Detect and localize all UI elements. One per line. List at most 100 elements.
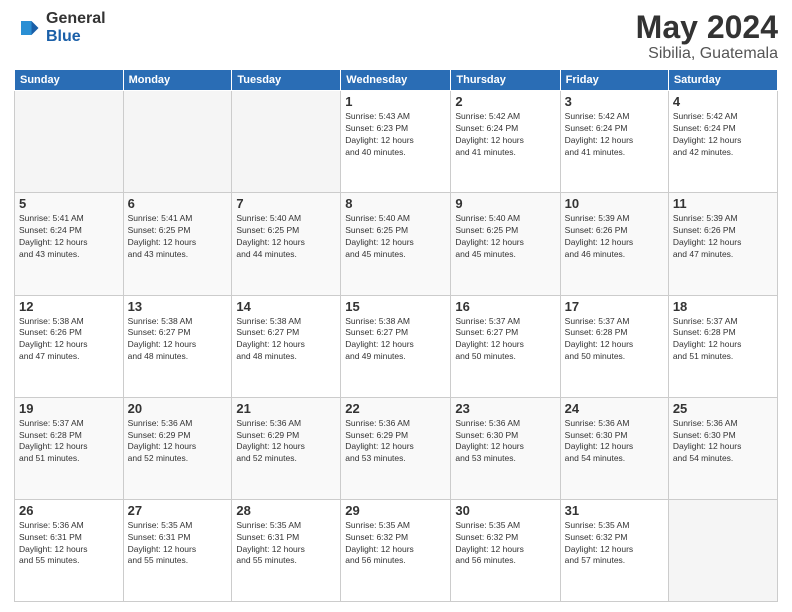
day-number: 26: [19, 503, 119, 518]
day-info: Sunrise: 5:37 AM Sunset: 6:27 PM Dayligh…: [455, 316, 555, 364]
day-number: 18: [673, 299, 773, 314]
table-row: 27 Sunrise: 5:35 AM Sunset: 6:31 PM Dayli…: [123, 499, 232, 601]
day-number: 5: [19, 196, 119, 211]
day-number: 27: [128, 503, 228, 518]
day-number: 30: [455, 503, 555, 518]
day-number: 17: [565, 299, 664, 314]
day-info: Sunrise: 5:35 AM Sunset: 6:31 PM Dayligh…: [236, 520, 336, 568]
day-number: 4: [673, 94, 773, 109]
calendar-week-4: 19 Sunrise: 5:37 AM Sunset: 6:28 PM Dayli…: [15, 397, 778, 499]
table-row: 14 Sunrise: 5:38 AM Sunset: 6:27 PM Dayli…: [232, 295, 341, 397]
day-info: Sunrise: 5:42 AM Sunset: 6:24 PM Dayligh…: [455, 111, 555, 159]
table-row: 24 Sunrise: 5:36 AM Sunset: 6:30 PM Dayli…: [560, 397, 668, 499]
day-info: Sunrise: 5:43 AM Sunset: 6:23 PM Dayligh…: [345, 111, 446, 159]
day-number: 9: [455, 196, 555, 211]
day-info: Sunrise: 5:36 AM Sunset: 6:29 PM Dayligh…: [236, 418, 336, 466]
header-saturday: Saturday: [668, 70, 777, 91]
header-friday: Friday: [560, 70, 668, 91]
calendar-week-1: 1 Sunrise: 5:43 AM Sunset: 6:23 PM Daylig…: [15, 91, 778, 193]
table-row: [15, 91, 124, 193]
day-number: 8: [345, 196, 446, 211]
table-row: 19 Sunrise: 5:37 AM Sunset: 6:28 PM Dayli…: [15, 397, 124, 499]
day-info: Sunrise: 5:38 AM Sunset: 6:27 PM Dayligh…: [236, 316, 336, 364]
day-info: Sunrise: 5:35 AM Sunset: 6:31 PM Dayligh…: [128, 520, 228, 568]
day-number: 21: [236, 401, 336, 416]
day-number: 14: [236, 299, 336, 314]
day-number: 12: [19, 299, 119, 314]
calendar-week-5: 26 Sunrise: 5:36 AM Sunset: 6:31 PM Dayli…: [15, 499, 778, 601]
table-row: 12 Sunrise: 5:38 AM Sunset: 6:26 PM Dayli…: [15, 295, 124, 397]
day-number: 16: [455, 299, 555, 314]
logo-text: General Blue: [46, 10, 106, 45]
table-row: 16 Sunrise: 5:37 AM Sunset: 6:27 PM Dayli…: [451, 295, 560, 397]
table-row: 25Sunrise: 5:36 AM Sunset: 6:30 PM Dayli…: [668, 397, 777, 499]
day-info: Sunrise: 5:41 AM Sunset: 6:25 PM Dayligh…: [128, 213, 228, 261]
day-number: 13: [128, 299, 228, 314]
table-row: 7 Sunrise: 5:40 AM Sunset: 6:25 PM Daylig…: [232, 193, 341, 295]
logo-blue-text: Blue: [46, 28, 106, 46]
table-row: 23Sunrise: 5:36 AM Sunset: 6:30 PM Dayli…: [451, 397, 560, 499]
day-info: Sunrise: 5:35 AM Sunset: 6:32 PM Dayligh…: [345, 520, 446, 568]
day-info: Sunrise: 5:39 AM Sunset: 6:26 PM Dayligh…: [673, 213, 773, 261]
header-monday: Monday: [123, 70, 232, 91]
table-row: 17 Sunrise: 5:37 AM Sunset: 6:28 PM Dayli…: [560, 295, 668, 397]
day-info: Sunrise: 5:35 AM Sunset: 6:32 PM Dayligh…: [455, 520, 555, 568]
day-info: Sunrise: 5:36 AM Sunset: 6:29 PM Dayligh…: [345, 418, 446, 466]
day-number: 3: [565, 94, 664, 109]
day-info: Sunrise: 5:38 AM Sunset: 6:26 PM Dayligh…: [19, 316, 119, 364]
day-info: Sunrise: 5:38 AM Sunset: 6:27 PM Dayligh…: [128, 316, 228, 364]
table-row: [232, 91, 341, 193]
day-number: 2: [455, 94, 555, 109]
day-info: Sunrise: 5:36 AM Sunset: 6:29 PM Dayligh…: [128, 418, 228, 466]
header-wednesday: Wednesday: [341, 70, 451, 91]
day-number: 7: [236, 196, 336, 211]
day-info: Sunrise: 5:42 AM Sunset: 6:24 PM Dayligh…: [565, 111, 664, 159]
logo-icon: [14, 14, 42, 42]
day-number: 1: [345, 94, 446, 109]
table-row: 28Sunrise: 5:35 AM Sunset: 6:31 PM Dayli…: [232, 499, 341, 601]
day-number: 25: [673, 401, 773, 416]
table-row: 1 Sunrise: 5:43 AM Sunset: 6:23 PM Daylig…: [341, 91, 451, 193]
day-info: Sunrise: 5:36 AM Sunset: 6:30 PM Dayligh…: [565, 418, 664, 466]
title-block: May 2024 Sibilia, Guatemala: [636, 10, 778, 63]
day-number: 20: [128, 401, 228, 416]
day-number: 15: [345, 299, 446, 314]
table-row: 31Sunrise: 5:35 AM Sunset: 6:32 PM Dayli…: [560, 499, 668, 601]
sub-title: Sibilia, Guatemala: [636, 45, 778, 63]
table-row: 29Sunrise: 5:35 AM Sunset: 6:32 PM Dayli…: [341, 499, 451, 601]
day-info: Sunrise: 5:40 AM Sunset: 6:25 PM Dayligh…: [236, 213, 336, 261]
header-sunday: Sunday: [15, 70, 124, 91]
day-number: 31: [565, 503, 664, 518]
table-row: [123, 91, 232, 193]
day-info: Sunrise: 5:39 AM Sunset: 6:26 PM Dayligh…: [565, 213, 664, 261]
day-number: 11: [673, 196, 773, 211]
header: General Blue May 2024 Sibilia, Guatemala: [14, 10, 778, 63]
day-info: Sunrise: 5:42 AM Sunset: 6:24 PM Dayligh…: [673, 111, 773, 159]
calendar-week-3: 12 Sunrise: 5:38 AM Sunset: 6:26 PM Dayli…: [15, 295, 778, 397]
table-row: 18Sunrise: 5:37 AM Sunset: 6:28 PM Dayli…: [668, 295, 777, 397]
logo: General Blue: [14, 10, 106, 45]
table-row: 3 Sunrise: 5:42 AM Sunset: 6:24 PM Daylig…: [560, 91, 668, 193]
table-row: 20 Sunrise: 5:36 AM Sunset: 6:29 PM Dayli…: [123, 397, 232, 499]
day-number: 22: [345, 401, 446, 416]
header-tuesday: Tuesday: [232, 70, 341, 91]
day-info: Sunrise: 5:41 AM Sunset: 6:24 PM Dayligh…: [19, 213, 119, 261]
table-row: 9Sunrise: 5:40 AM Sunset: 6:25 PM Daylig…: [451, 193, 560, 295]
table-row: 26 Sunrise: 5:36 AM Sunset: 6:31 PM Dayli…: [15, 499, 124, 601]
day-info: Sunrise: 5:37 AM Sunset: 6:28 PM Dayligh…: [565, 316, 664, 364]
day-number: 19: [19, 401, 119, 416]
table-row: 13 Sunrise: 5:38 AM Sunset: 6:27 PM Dayli…: [123, 295, 232, 397]
calendar-header-row: Sunday Monday Tuesday Wednesday Thursday…: [15, 70, 778, 91]
day-info: Sunrise: 5:38 AM Sunset: 6:27 PM Dayligh…: [345, 316, 446, 364]
day-number: 24: [565, 401, 664, 416]
day-number: 6: [128, 196, 228, 211]
table-row: 22 Sunrise: 5:36 AM Sunset: 6:29 PM Dayli…: [341, 397, 451, 499]
calendar-table: Sunday Monday Tuesday Wednesday Thursday…: [14, 69, 778, 602]
day-info: Sunrise: 5:40 AM Sunset: 6:25 PM Dayligh…: [345, 213, 446, 261]
day-number: 10: [565, 196, 664, 211]
day-info: Sunrise: 5:36 AM Sunset: 6:31 PM Dayligh…: [19, 520, 119, 568]
table-row: 6 Sunrise: 5:41 AM Sunset: 6:25 PM Daylig…: [123, 193, 232, 295]
calendar-week-2: 5 Sunrise: 5:41 AM Sunset: 6:24 PM Daylig…: [15, 193, 778, 295]
table-row: 21 Sunrise: 5:36 AM Sunset: 6:29 PM Dayli…: [232, 397, 341, 499]
day-info: Sunrise: 5:37 AM Sunset: 6:28 PM Dayligh…: [19, 418, 119, 466]
